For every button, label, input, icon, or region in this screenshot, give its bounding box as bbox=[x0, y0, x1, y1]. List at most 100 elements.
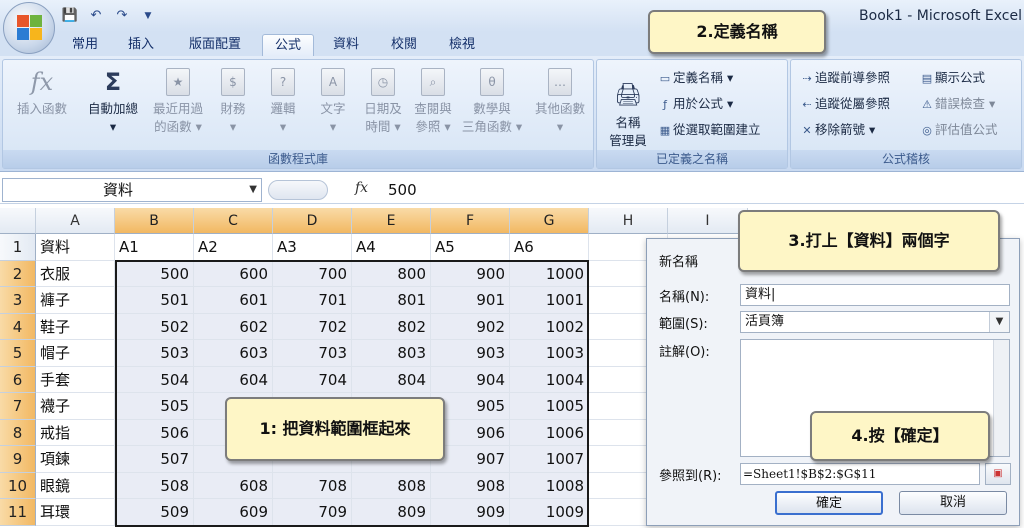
cell[interactable]: 808 bbox=[352, 472, 431, 499]
cell[interactable]: 手套 bbox=[36, 366, 115, 393]
cell[interactable]: 609 bbox=[194, 499, 273, 526]
tab-review[interactable]: 校閱 bbox=[380, 34, 428, 56]
collapse-dialog-icon[interactable]: ▣ bbox=[985, 463, 1011, 485]
cell[interactable]: A1 bbox=[115, 234, 194, 261]
date-time-button[interactable]: ◷ 日期及 時間 ▾ bbox=[355, 66, 411, 136]
cell[interactable]: 700 bbox=[273, 260, 352, 287]
cell[interactable]: 708 bbox=[273, 472, 352, 499]
column-header[interactable]: I bbox=[668, 208, 748, 234]
cell[interactable]: 901 bbox=[431, 287, 510, 314]
cell[interactable]: 804 bbox=[352, 366, 431, 393]
refers-to-input[interactable]: =Sheet1!$B$2:$G$11 bbox=[740, 463, 980, 485]
tab-formulas[interactable]: 公式 bbox=[262, 34, 314, 56]
cell[interactable]: 801 bbox=[352, 287, 431, 314]
cell[interactable]: 1004 bbox=[510, 366, 589, 393]
evaluate-formula-button[interactable]: ◎ 評估值公式 bbox=[919, 120, 997, 140]
error-checking-button[interactable]: ⚠ 錯誤檢查 ▾ bbox=[919, 94, 995, 114]
cell[interactable]: 704 bbox=[273, 366, 352, 393]
cell[interactable]: 505 bbox=[115, 393, 194, 420]
more-functions-button[interactable]: … 其他函數 ▾ bbox=[527, 66, 593, 136]
cell[interactable]: 602 bbox=[194, 313, 273, 340]
logical-button[interactable]: ? 邏輯 ▾ bbox=[257, 66, 309, 136]
cell[interactable]: 501 bbox=[115, 287, 194, 314]
row-header[interactable]: 6 bbox=[0, 366, 36, 393]
cell[interactable]: 資料 bbox=[36, 234, 115, 261]
cell[interactable]: 701 bbox=[273, 287, 352, 314]
cell[interactable]: 項鍊 bbox=[36, 446, 115, 473]
cell[interactable]: 800 bbox=[352, 260, 431, 287]
cell[interactable]: 500 bbox=[115, 260, 194, 287]
cell[interactable]: 600 bbox=[194, 260, 273, 287]
cell[interactable]: 眼鏡 bbox=[36, 472, 115, 499]
cell[interactable]: 603 bbox=[194, 340, 273, 367]
cell[interactable]: 1000 bbox=[510, 260, 589, 287]
comment-scrollbar[interactable] bbox=[993, 340, 1009, 456]
column-header[interactable]: G bbox=[510, 208, 589, 234]
trace-precedents-button[interactable]: ⇢ 追蹤前導參照 bbox=[799, 68, 890, 88]
row-header[interactable]: 1 bbox=[0, 234, 36, 261]
cell[interactable]: 909 bbox=[431, 499, 510, 526]
row-header[interactable]: 10 bbox=[0, 472, 36, 499]
name-input[interactable]: 資料| bbox=[740, 284, 1010, 306]
row-header[interactable]: 8 bbox=[0, 419, 36, 446]
cell[interactable]: 503 bbox=[115, 340, 194, 367]
cell[interactable]: 504 bbox=[115, 366, 194, 393]
cell[interactable]: 1001 bbox=[510, 287, 589, 314]
cell[interactable]: 601 bbox=[194, 287, 273, 314]
cell[interactable]: 1007 bbox=[510, 446, 589, 473]
scope-select[interactable]: 活頁簿 ▼ bbox=[740, 311, 1010, 333]
cell[interactable]: 509 bbox=[115, 499, 194, 526]
cell[interactable]: 衣服 bbox=[36, 260, 115, 287]
trace-dependents-button[interactable]: ⇠ 追蹤從屬參照 bbox=[799, 94, 890, 114]
create-from-selection-button[interactable]: ▦ 從選取範圍建立 bbox=[657, 120, 761, 140]
formula-bar-splitter[interactable] bbox=[268, 180, 328, 200]
tab-data[interactable]: 資料 bbox=[322, 34, 370, 56]
cell[interactable]: 戒指 bbox=[36, 419, 115, 446]
show-formulas-button[interactable]: ▤ 顯示公式 bbox=[919, 68, 985, 88]
cell[interactable]: 709 bbox=[273, 499, 352, 526]
cell[interactable]: 褲子 bbox=[36, 287, 115, 314]
column-header[interactable]: H bbox=[589, 208, 668, 234]
office-button[interactable] bbox=[3, 2, 55, 54]
row-header[interactable]: 3 bbox=[0, 287, 36, 314]
cell[interactable]: A3 bbox=[273, 234, 352, 261]
fx-icon[interactable]: fx bbox=[355, 180, 368, 196]
cell[interactable]: 900 bbox=[431, 260, 510, 287]
save-icon[interactable]: 💾 bbox=[60, 6, 80, 26]
row-header[interactable]: 9 bbox=[0, 446, 36, 473]
insert-function-button[interactable]: fx 插入函數 bbox=[7, 66, 77, 118]
ok-button[interactable]: 確定 bbox=[775, 491, 883, 515]
row-header[interactable]: 5 bbox=[0, 340, 36, 367]
define-name-button[interactable]: ▭ 定義名稱 ▾ bbox=[657, 68, 733, 88]
cell[interactable]: 1009 bbox=[510, 499, 589, 526]
row-header[interactable]: 7 bbox=[0, 393, 36, 420]
cell[interactable]: 1008 bbox=[510, 472, 589, 499]
cell[interactable]: 508 bbox=[115, 472, 194, 499]
lookup-reference-button[interactable]: ⌕ 查閱與 參照 ▾ bbox=[407, 66, 459, 136]
cell[interactable]: 902 bbox=[431, 313, 510, 340]
cell[interactable]: 襪子 bbox=[36, 393, 115, 420]
column-header[interactable]: D bbox=[273, 208, 352, 234]
select-all-corner[interactable] bbox=[0, 208, 36, 234]
chevron-down-icon[interactable]: ▼ bbox=[989, 312, 1009, 332]
cell[interactable]: 703 bbox=[273, 340, 352, 367]
cell[interactable]: 502 bbox=[115, 313, 194, 340]
cell[interactable]: 903 bbox=[431, 340, 510, 367]
tab-home[interactable]: 常用 bbox=[60, 34, 110, 56]
column-header[interactable]: F bbox=[431, 208, 510, 234]
customize-toolbar-icon[interactable]: ▼ bbox=[138, 6, 158, 26]
cell[interactable]: 604 bbox=[194, 366, 273, 393]
name-box[interactable]: 資料 ▼ bbox=[2, 178, 262, 202]
use-in-formula-button[interactable]: ƒ 用於公式 ▾ bbox=[657, 94, 733, 114]
cell[interactable]: A5 bbox=[431, 234, 510, 261]
column-header[interactable]: B bbox=[115, 208, 194, 234]
row-header[interactable]: 2 bbox=[0, 260, 36, 287]
cell[interactable]: 608 bbox=[194, 472, 273, 499]
row-header[interactable]: 11 bbox=[0, 499, 36, 526]
column-header[interactable]: E bbox=[352, 208, 431, 234]
math-trig-button[interactable]: θ 數學與 三角函數 ▾ bbox=[455, 66, 529, 136]
tab-view[interactable]: 檢視 bbox=[438, 34, 486, 56]
cell[interactable]: 507 bbox=[115, 446, 194, 473]
row-header[interactable]: 4 bbox=[0, 313, 36, 340]
cell[interactable]: 1005 bbox=[510, 393, 589, 420]
